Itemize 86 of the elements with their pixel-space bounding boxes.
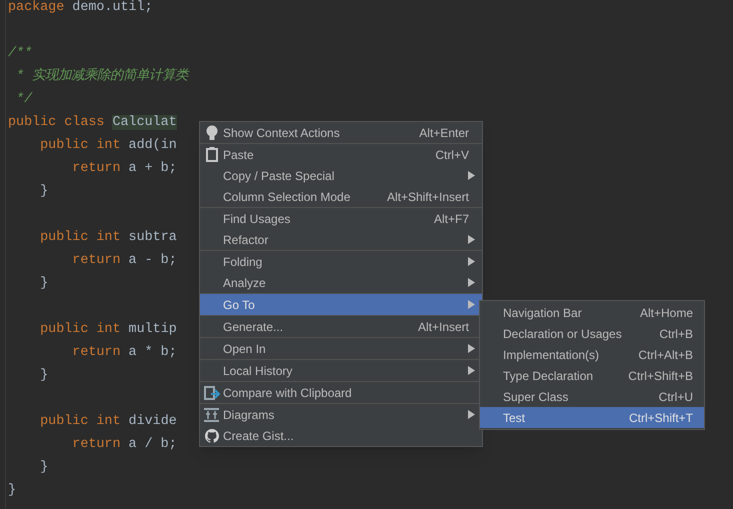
class-name: Calculat [112, 115, 177, 130]
menu-item-label: Analyze [223, 274, 267, 292]
code-keyword: return [71, 161, 120, 176]
shortcut-label: Alt+Insert [418, 318, 469, 336]
menu-item[interactable]: Find Usages Alt+F7 [200, 208, 482, 229]
menu-item-label: Diagrams [223, 406, 276, 424]
clipboard-icon [206, 147, 218, 162]
shortcut-label: Ctrl+V [435, 146, 469, 164]
code-keyword: return [71, 253, 120, 268]
code-keyword: public int [39, 414, 122, 429]
code-text: } [39, 460, 48, 475]
menu-item-label: Declaration or Usages [503, 326, 623, 342]
menu-item[interactable]: Declaration or Usages Ctrl+B [480, 323, 704, 344]
shortcut-label: Alt+Home [640, 304, 693, 322]
menu-item[interactable]: Paste Ctrl+V [200, 144, 482, 165]
menu-item-label: Paste [223, 146, 255, 164]
lightbulb-icon [206, 124, 218, 140]
code-comment: * 实现加减乘除的简单计算类 [15, 69, 188, 84]
menu-item-label: Generate... [223, 318, 284, 336]
diagram-icon [204, 408, 219, 422]
menu-item-label: Show Context Actions [223, 124, 341, 142]
menu-item[interactable]: Compare with Clipboard [200, 382, 482, 403]
method-name: multip [128, 322, 177, 337]
github-icon [204, 428, 218, 442]
shortcut-label: Ctrl+Alt+B [638, 346, 693, 364]
menu-item-label: Go To [223, 296, 256, 314]
shortcut-label: Alt+F7 [434, 210, 469, 228]
code-keyword: public class [8, 115, 106, 130]
code-keyword: package [8, 0, 64, 15]
menu-item[interactable]: Go To [200, 294, 482, 315]
menu-item[interactable]: Local History [200, 360, 482, 381]
menu-item-label: Refactor [223, 232, 270, 248]
shortcut-label: Alt+Enter [419, 124, 469, 142]
menu-item[interactable]: Generate... Alt+Insert [200, 316, 482, 337]
code-keyword: public int [39, 138, 122, 153]
menu-item-label: Super Class [503, 388, 570, 406]
code-comment: */ [15, 92, 32, 107]
menu-item[interactable]: Show Context Actions Alt+Enter [200, 122, 482, 143]
menu-item[interactable]: Implementation(s) Ctrl+Alt+B [480, 344, 704, 365]
shortcut-label: Ctrl+B [659, 326, 693, 342]
code-text: a / b; [128, 437, 177, 452]
shortcut-label: Alt+Shift+Insert [386, 188, 469, 206]
menu-item-label: Test [503, 410, 526, 426]
method-name: add(in [128, 138, 177, 153]
menu-item[interactable]: Create Gist... [200, 425, 482, 446]
code-text: } [39, 276, 48, 291]
menu-item-label: Compare with Clipboard [223, 384, 353, 402]
menu-item-label: Folding [223, 254, 264, 270]
menu-item-label: Create Gist... [223, 428, 295, 444]
code-text: a * b; [128, 345, 177, 360]
code-text: } [39, 184, 48, 199]
shortcut-label: Ctrl+U [658, 388, 693, 406]
code-text: a - b; [128, 253, 177, 268]
shortcut-label: Ctrl+Shift+T [628, 410, 693, 426]
menu-item-label: Type Declaration [503, 368, 594, 384]
menu-item[interactable]: Navigation Bar Alt+Home [480, 302, 704, 323]
code-text: a + b; [128, 161, 177, 176]
method-name: subtra [128, 230, 177, 245]
menu-item[interactable]: Test Ctrl+Shift+T [480, 407, 704, 428]
menu-item-label: Find Usages [223, 210, 292, 228]
code-text: } [39, 368, 48, 383]
menu-item[interactable]: Refactor [200, 229, 482, 250]
method-name: divide [128, 414, 177, 429]
menu-item-label: Local History [223, 362, 294, 380]
menu-item[interactable]: Column Selection Mode Alt+Shift+Insert [200, 186, 482, 207]
menu-item[interactable]: Copy / Paste Special [200, 165, 482, 186]
menu-item-label: Column Selection Mode [223, 188, 352, 206]
menu-item[interactable]: Diagrams [200, 404, 482, 425]
shortcut-label: Ctrl+Shift+B [628, 368, 693, 384]
menu-item[interactable]: Super Class Ctrl+U [480, 386, 704, 407]
menu-item[interactable]: Folding [200, 251, 482, 272]
code-keyword: return [71, 345, 120, 360]
menu-item-label: Navigation Bar [503, 304, 583, 322]
menu-item[interactable]: Analyze [200, 272, 482, 293]
code-keyword: return [71, 437, 120, 452]
code-comment: /** [8, 46, 32, 61]
menu-item[interactable]: Open In [200, 338, 482, 359]
menu-item-label: Implementation(s) [503, 346, 600, 364]
code-keyword: public int [39, 322, 122, 337]
menu-item-label: Open In [223, 340, 267, 358]
code-text: demo.util; [71, 0, 153, 15]
menu-item-label: Copy / Paste Special [223, 168, 336, 184]
code-text: } [8, 483, 16, 498]
code-keyword: public int [39, 230, 122, 245]
compare-icon [204, 384, 220, 400]
menu-item[interactable]: Type Declaration Ctrl+Shift+B [480, 365, 704, 386]
